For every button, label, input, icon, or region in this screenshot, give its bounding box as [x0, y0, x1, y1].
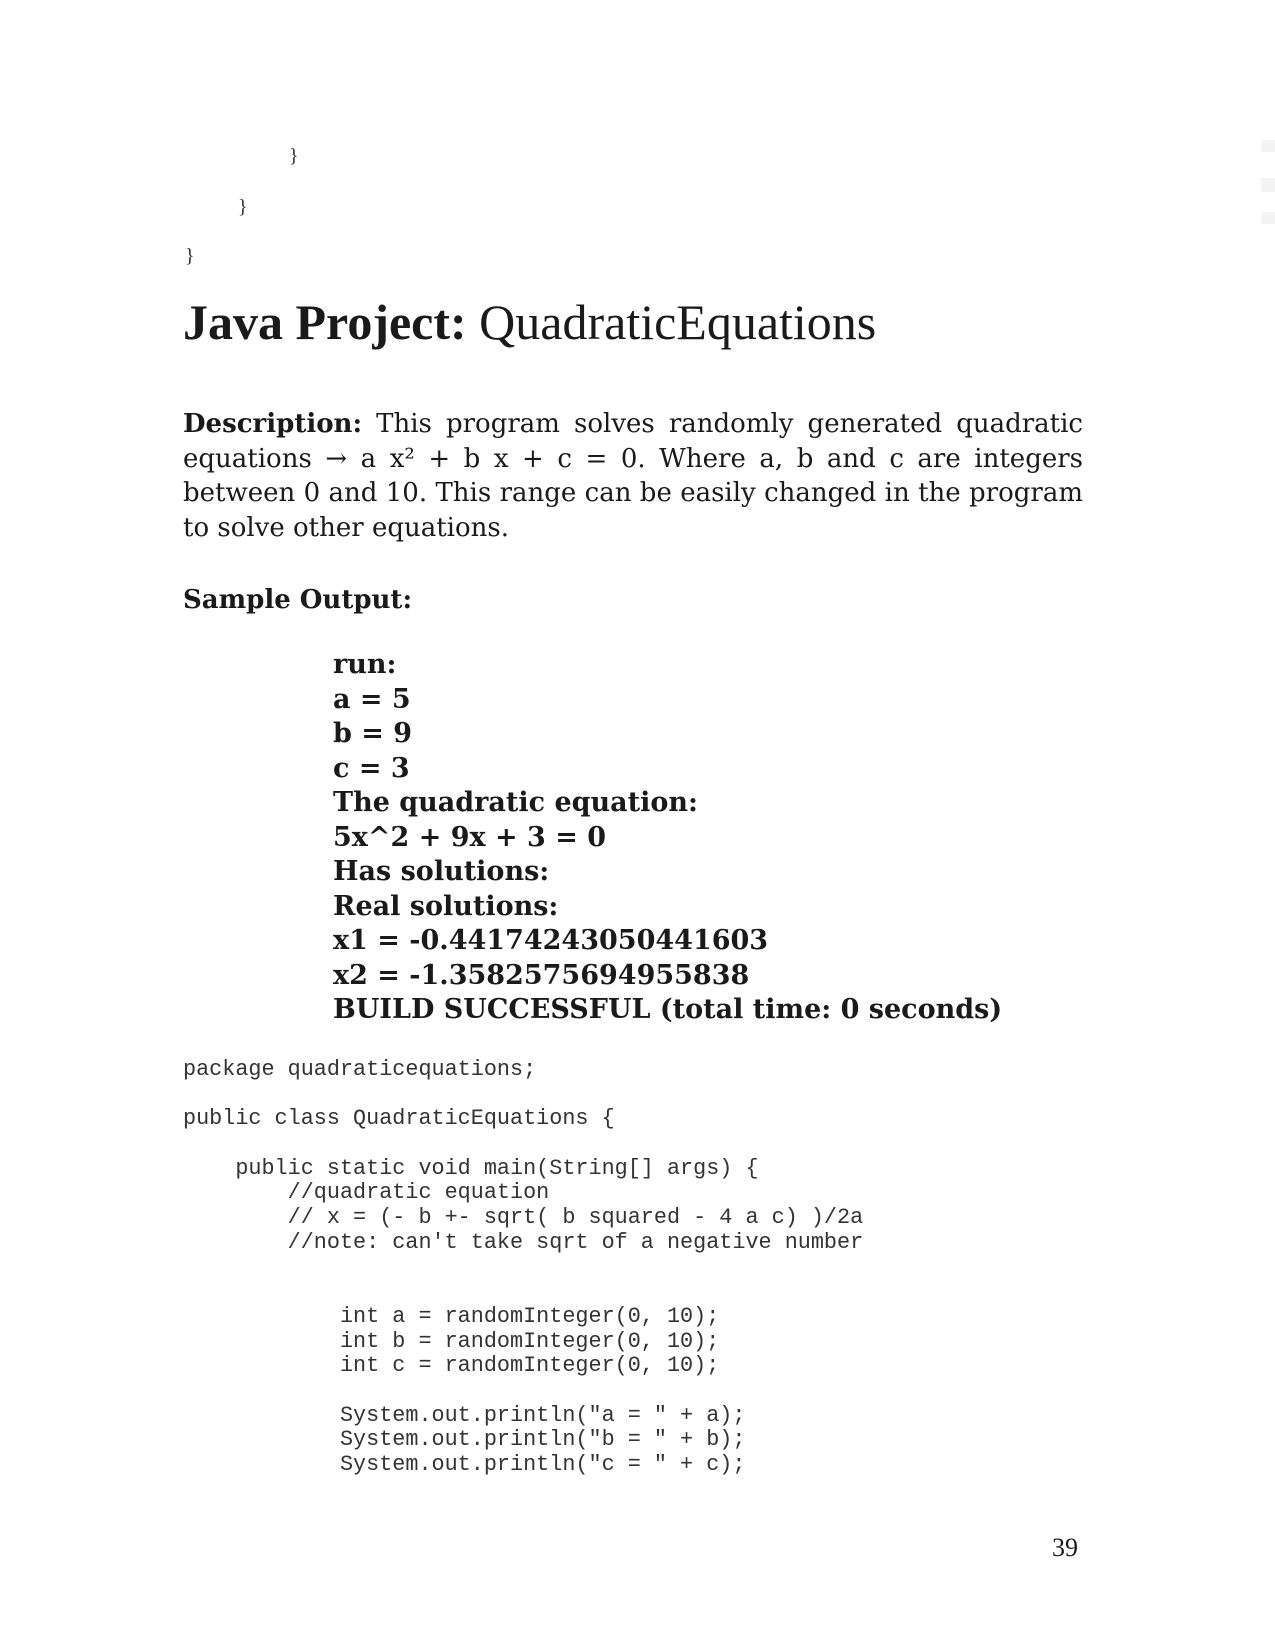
scan-edge-mark — [1261, 140, 1275, 152]
code-line: public static void main(String[] args) { — [183, 1155, 759, 1181]
description-paragraph: Description: This program solves randoml… — [183, 407, 1083, 545]
sample-output-heading: Sample Output: — [183, 585, 413, 615]
closing-brace: } — [185, 245, 195, 267]
output-line: 5x^2 + 9x + 3 = 0 — [333, 821, 607, 853]
page-title: Java Project: QuadraticEquations — [183, 292, 876, 352]
closing-brace: } — [289, 145, 299, 167]
code-listing: package quadraticequations; public class … — [183, 1057, 864, 1478]
code-line: //note: can't take sqrt of a negative nu… — [183, 1229, 864, 1255]
output-line: x2 = -1.3582575694955838 — [333, 959, 750, 991]
code-line: public class QuadraticEquations { — [183, 1106, 615, 1132]
output-line: a = 5 — [333, 683, 411, 715]
scan-edge-mark — [1261, 212, 1275, 224]
page-number: 39 — [1052, 1533, 1078, 1562]
output-line: The quadratic equation: — [333, 787, 698, 818]
code-line: // x = (- b +- sqrt( b squared - 4 a c) … — [183, 1205, 864, 1231]
output-line: x1 = -0.44174243050441603 — [333, 925, 769, 956]
scan-edge-mark — [1261, 178, 1275, 192]
output-line: c = 3 — [333, 752, 410, 784]
code-line: int b = randomInteger(0, 10); — [183, 1328, 720, 1354]
project-name: QuadraticEquations — [479, 294, 877, 350]
code-line: int c = randomInteger(0, 10); — [183, 1353, 720, 1379]
output-line: BUILD SUCCESSFUL (total time: 0 seconds) — [333, 994, 1003, 1025]
code-line: System.out.println("a = " + a); — [183, 1402, 746, 1428]
code-line: //quadratic equation — [183, 1180, 550, 1206]
closing-brace: } — [238, 196, 248, 218]
code-line: System.out.println("b = " + b); — [183, 1427, 746, 1453]
code-line: int a = randomInteger(0, 10); — [183, 1303, 720, 1329]
output-line: run: — [333, 649, 397, 680]
output-line: Has solutions: — [333, 856, 550, 887]
description-label: Description: — [183, 409, 363, 439]
sample-output-block: run: a = 5b = 9c = 3 The quadratic equatio… — [333, 648, 1002, 1028]
output-line: Real solutions: — [333, 890, 559, 922]
title-label: Java Project: — [183, 294, 467, 350]
code-line: package quadraticequations; — [183, 1057, 537, 1082]
code-line: System.out.println("c = " + c); — [183, 1452, 746, 1477]
output-line: b = 9 — [333, 718, 413, 749]
